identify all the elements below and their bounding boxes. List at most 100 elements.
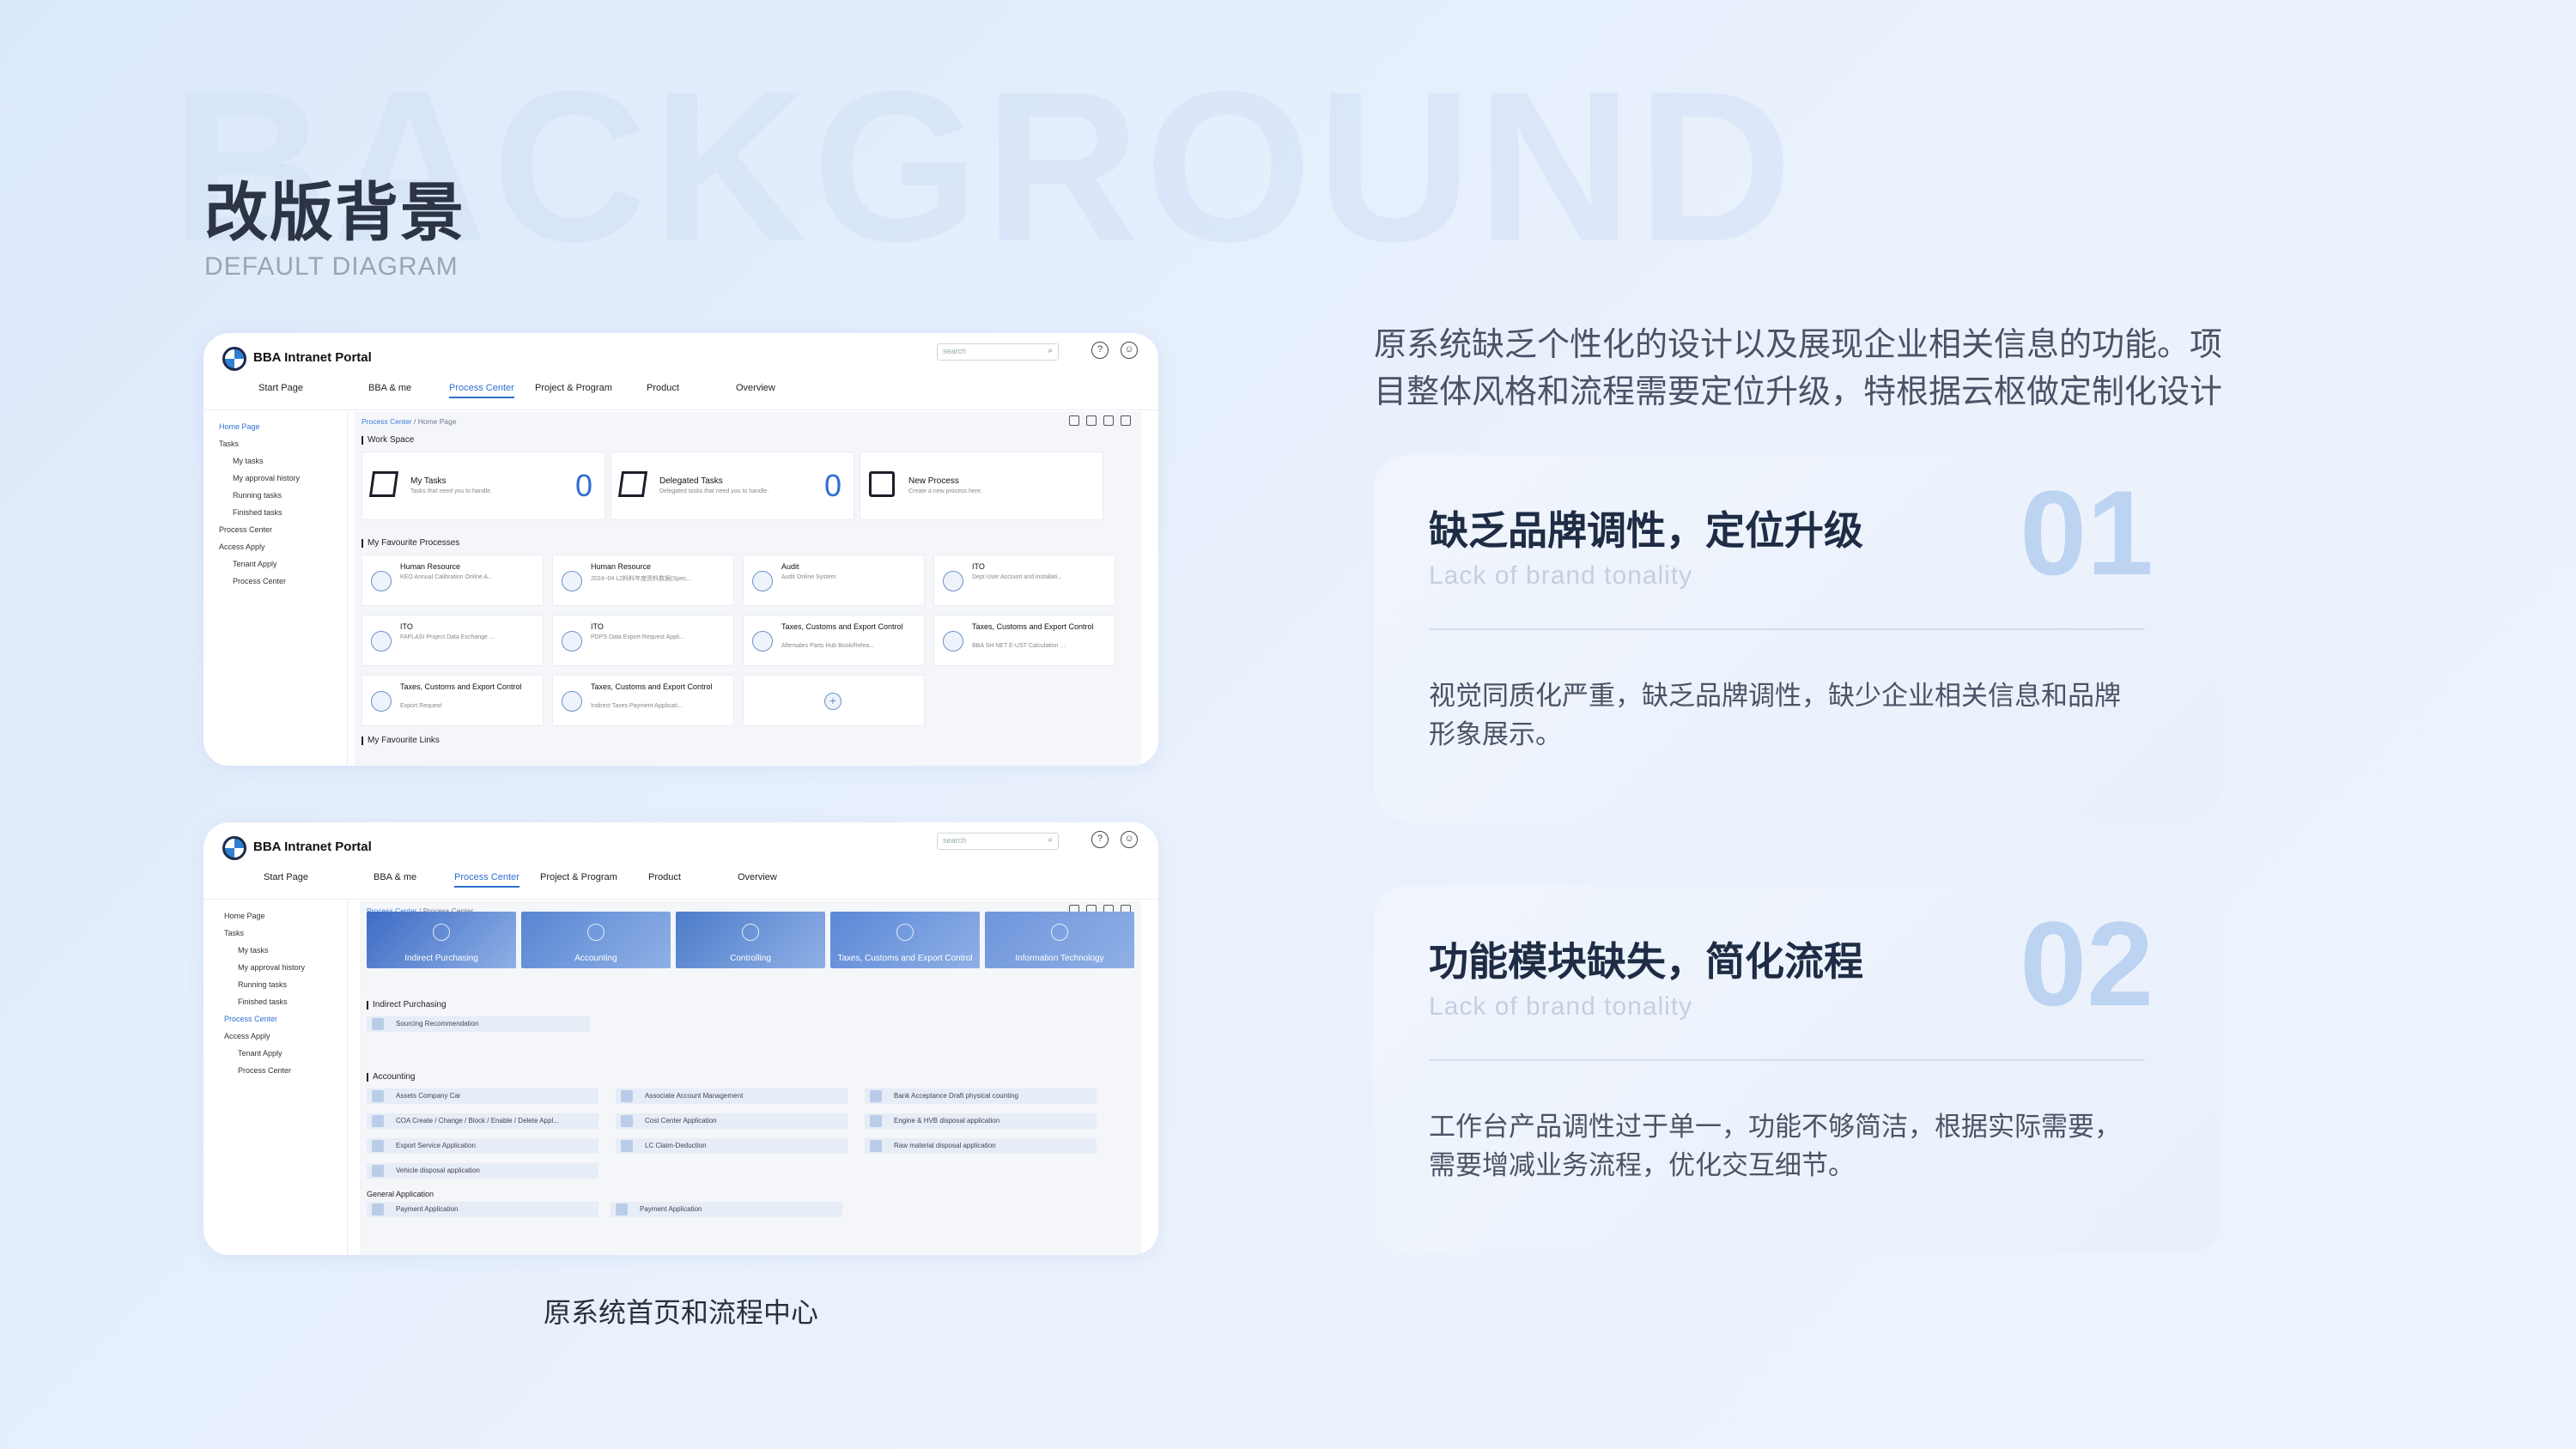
- category-banner[interactable]: Indirect Purchasing: [367, 912, 516, 968]
- sidebar-item-finished-tasks[interactable]: Finished tasks: [238, 997, 288, 1006]
- process-item[interactable]: Payment Application: [611, 1202, 842, 1217]
- sidebar-item-tasks[interactable]: Tasks: [224, 929, 244, 937]
- favourite-title: ITO: [591, 622, 604, 631]
- nav-project-program[interactable]: Project & Program: [535, 383, 612, 393]
- favourite-title: ITO: [400, 622, 413, 631]
- favourite-process-card[interactable]: Taxes, Customs and Export Control Export …: [361, 675, 544, 726]
- category-icon: [1051, 924, 1068, 941]
- category-banner[interactable]: Accounting: [521, 912, 671, 968]
- sidebar-item-running-tasks[interactable]: Running tasks: [238, 980, 287, 989]
- category-icon: [433, 924, 450, 941]
- favourite-process-card[interactable]: ITO FAPLASI Project Data Exchange ...: [361, 615, 544, 666]
- sidebar-item-running-tasks[interactable]: Running tasks: [233, 491, 282, 500]
- nav-start-page[interactable]: Start Page: [258, 383, 303, 393]
- process-item[interactable]: LC Claim-Deduction: [616, 1138, 848, 1154]
- user-icon[interactable]: ☺: [1121, 342, 1138, 359]
- nav-process-center[interactable]: Process Center: [449, 383, 514, 398]
- task-card-my-tasks[interactable]: My Tasks Tasks that need you to handle. …: [361, 452, 605, 520]
- category-label: Information Technology: [1015, 954, 1104, 963]
- help-icon[interactable]: ?: [1091, 831, 1109, 848]
- help-icon[interactable]: ?: [1091, 342, 1109, 359]
- process-icon: [621, 1090, 633, 1102]
- process-icon: [371, 631, 392, 652]
- process-item[interactable]: COA Create / Change / Block / Enable / D…: [367, 1113, 598, 1129]
- card-heading: 缺乏品牌调性，定位升级: [1429, 508, 1863, 553]
- breadcrumb-root[interactable]: Process Center: [361, 417, 412, 426]
- search-input[interactable]: search ⌕: [937, 833, 1059, 850]
- process-item[interactable]: Payment Application: [367, 1202, 598, 1217]
- favourite-process-card[interactable]: ITO PDPS Data Export Request Appli...: [552, 615, 734, 666]
- sidebar-item-approval-history[interactable]: My approval history: [238, 963, 305, 972]
- favourite-process-card[interactable]: Audit Audit Online System: [743, 555, 925, 606]
- process-icon: [562, 691, 582, 712]
- favourite-process-card[interactable]: ITO Dept User Account and installati...: [933, 555, 1115, 606]
- sidebar-item-my-tasks[interactable]: My tasks: [233, 457, 264, 465]
- tool-icon[interactable]: [1121, 415, 1131, 426]
- sidebar-item-tasks[interactable]: Tasks: [219, 440, 239, 448]
- sidebar-item-tenant-apply[interactable]: Tenant Apply: [238, 1049, 283, 1058]
- sidebar-item-approval-history[interactable]: My approval history: [233, 474, 300, 482]
- nav-project-program[interactable]: Project & Program: [540, 872, 617, 882]
- user-icon[interactable]: ☺: [1121, 831, 1138, 848]
- add-favourite-button[interactable]: +: [743, 675, 925, 726]
- sidebar-item-home[interactable]: Home Page: [219, 422, 260, 431]
- tool-icon[interactable]: [1069, 415, 1079, 426]
- nav-product[interactable]: Product: [648, 872, 681, 882]
- sidebar-item-process-center-sub[interactable]: Process Center: [238, 1066, 291, 1075]
- task-title: My Tasks: [410, 476, 447, 486]
- favourite-process-card[interactable]: Taxes, Customs and Export Control Indirec…: [552, 675, 734, 726]
- process-label: LC Claim-Deduction: [645, 1142, 707, 1149]
- sidebar-item-finished-tasks[interactable]: Finished tasks: [233, 508, 283, 517]
- sidebar: Home Page Tasks My tasks My approval his…: [204, 412, 348, 766]
- process-item[interactable]: Raw material disposal application: [865, 1138, 1097, 1154]
- favourite-process-card[interactable]: Human Resource KEO Annual Calibration Onl…: [361, 555, 544, 606]
- favourite-process-card[interactable]: Taxes, Customs and Export Control BBA SH …: [933, 615, 1115, 666]
- sidebar-item-process-center[interactable]: Process Center: [219, 525, 272, 534]
- favourite-process-card[interactable]: Taxes, Customs and Export Control Aftersa…: [743, 615, 925, 666]
- task-count: 0: [574, 468, 592, 503]
- sidebar-item-access-apply[interactable]: Access Apply: [224, 1032, 270, 1040]
- box-icon: [368, 471, 399, 497]
- search-icon[interactable]: ⌕: [1048, 835, 1053, 845]
- tool-icon[interactable]: [1086, 415, 1097, 426]
- sidebar-item-access-apply[interactable]: Access Apply: [219, 543, 265, 551]
- process-item[interactable]: Cost Center Application: [616, 1113, 848, 1129]
- nav-start-page[interactable]: Start Page: [264, 872, 308, 882]
- sidebar-item-home[interactable]: Home Page: [224, 912, 265, 920]
- process-item[interactable]: Associate Account Management: [616, 1088, 848, 1104]
- card-body: 视觉同质化严重，缺乏品牌调性，缺少企业相关信息和品牌形象展示。: [1429, 681, 2121, 749]
- process-item[interactable]: Engine & HVB disposal application: [865, 1113, 1097, 1129]
- process-item[interactable]: Sourcing Recommendation: [367, 1016, 590, 1032]
- sidebar: Home Page Tasks My tasks My approval his…: [204, 901, 348, 1255]
- process-icon: [371, 571, 392, 591]
- nav-overview[interactable]: Overview: [738, 872, 777, 882]
- task-card-delegated[interactable]: Delegated Tasks Delegated tasks that nee…: [611, 452, 854, 520]
- process-label: Export Service Application: [396, 1142, 476, 1149]
- sidebar-item-my-tasks[interactable]: My tasks: [238, 946, 269, 955]
- nav-product[interactable]: Product: [647, 383, 679, 393]
- category-banner[interactable]: Controlling: [676, 912, 825, 968]
- process-item[interactable]: Assets Company Car: [367, 1088, 598, 1104]
- nav-bba-me[interactable]: BBA & me: [374, 872, 416, 882]
- category-banner[interactable]: Information Technology: [985, 912, 1134, 968]
- favourite-title: Taxes, Customs and Export Control: [591, 682, 713, 691]
- task-card-new-process[interactable]: New Process Create a new process here.: [860, 452, 1103, 520]
- portal-title: BBA Intranet Portal: [253, 840, 372, 854]
- process-item[interactable]: Export Service Application: [367, 1138, 598, 1154]
- nav-overview[interactable]: Overview: [736, 383, 775, 393]
- sidebar-item-process-center[interactable]: Process Center: [224, 1015, 277, 1023]
- tool-icon[interactable]: [1103, 415, 1114, 426]
- process-item[interactable]: Bank Acceptance Draft physical counting: [865, 1088, 1097, 1104]
- favourite-process-card[interactable]: Human Resource 2024~04 L2料料年度资料数据(Spec...: [552, 555, 734, 606]
- plus-icon: +: [824, 693, 841, 710]
- favourite-title: Taxes, Customs and Export Control: [972, 622, 1094, 631]
- favourite-desc: KEO Annual Calibration Online A...: [400, 574, 493, 580]
- search-input[interactable]: search ⌕: [937, 343, 1059, 361]
- category-banner[interactable]: Taxes, Customs and Export Control: [830, 912, 980, 968]
- sidebar-item-process-center-sub[interactable]: Process Center: [233, 577, 286, 585]
- search-icon[interactable]: ⌕: [1048, 346, 1053, 355]
- nav-bba-me[interactable]: BBA & me: [368, 383, 411, 393]
- sidebar-item-tenant-apply[interactable]: Tenant Apply: [233, 560, 277, 568]
- nav-process-center[interactable]: Process Center: [454, 872, 519, 888]
- process-item[interactable]: Vehicle disposal application: [367, 1163, 598, 1179]
